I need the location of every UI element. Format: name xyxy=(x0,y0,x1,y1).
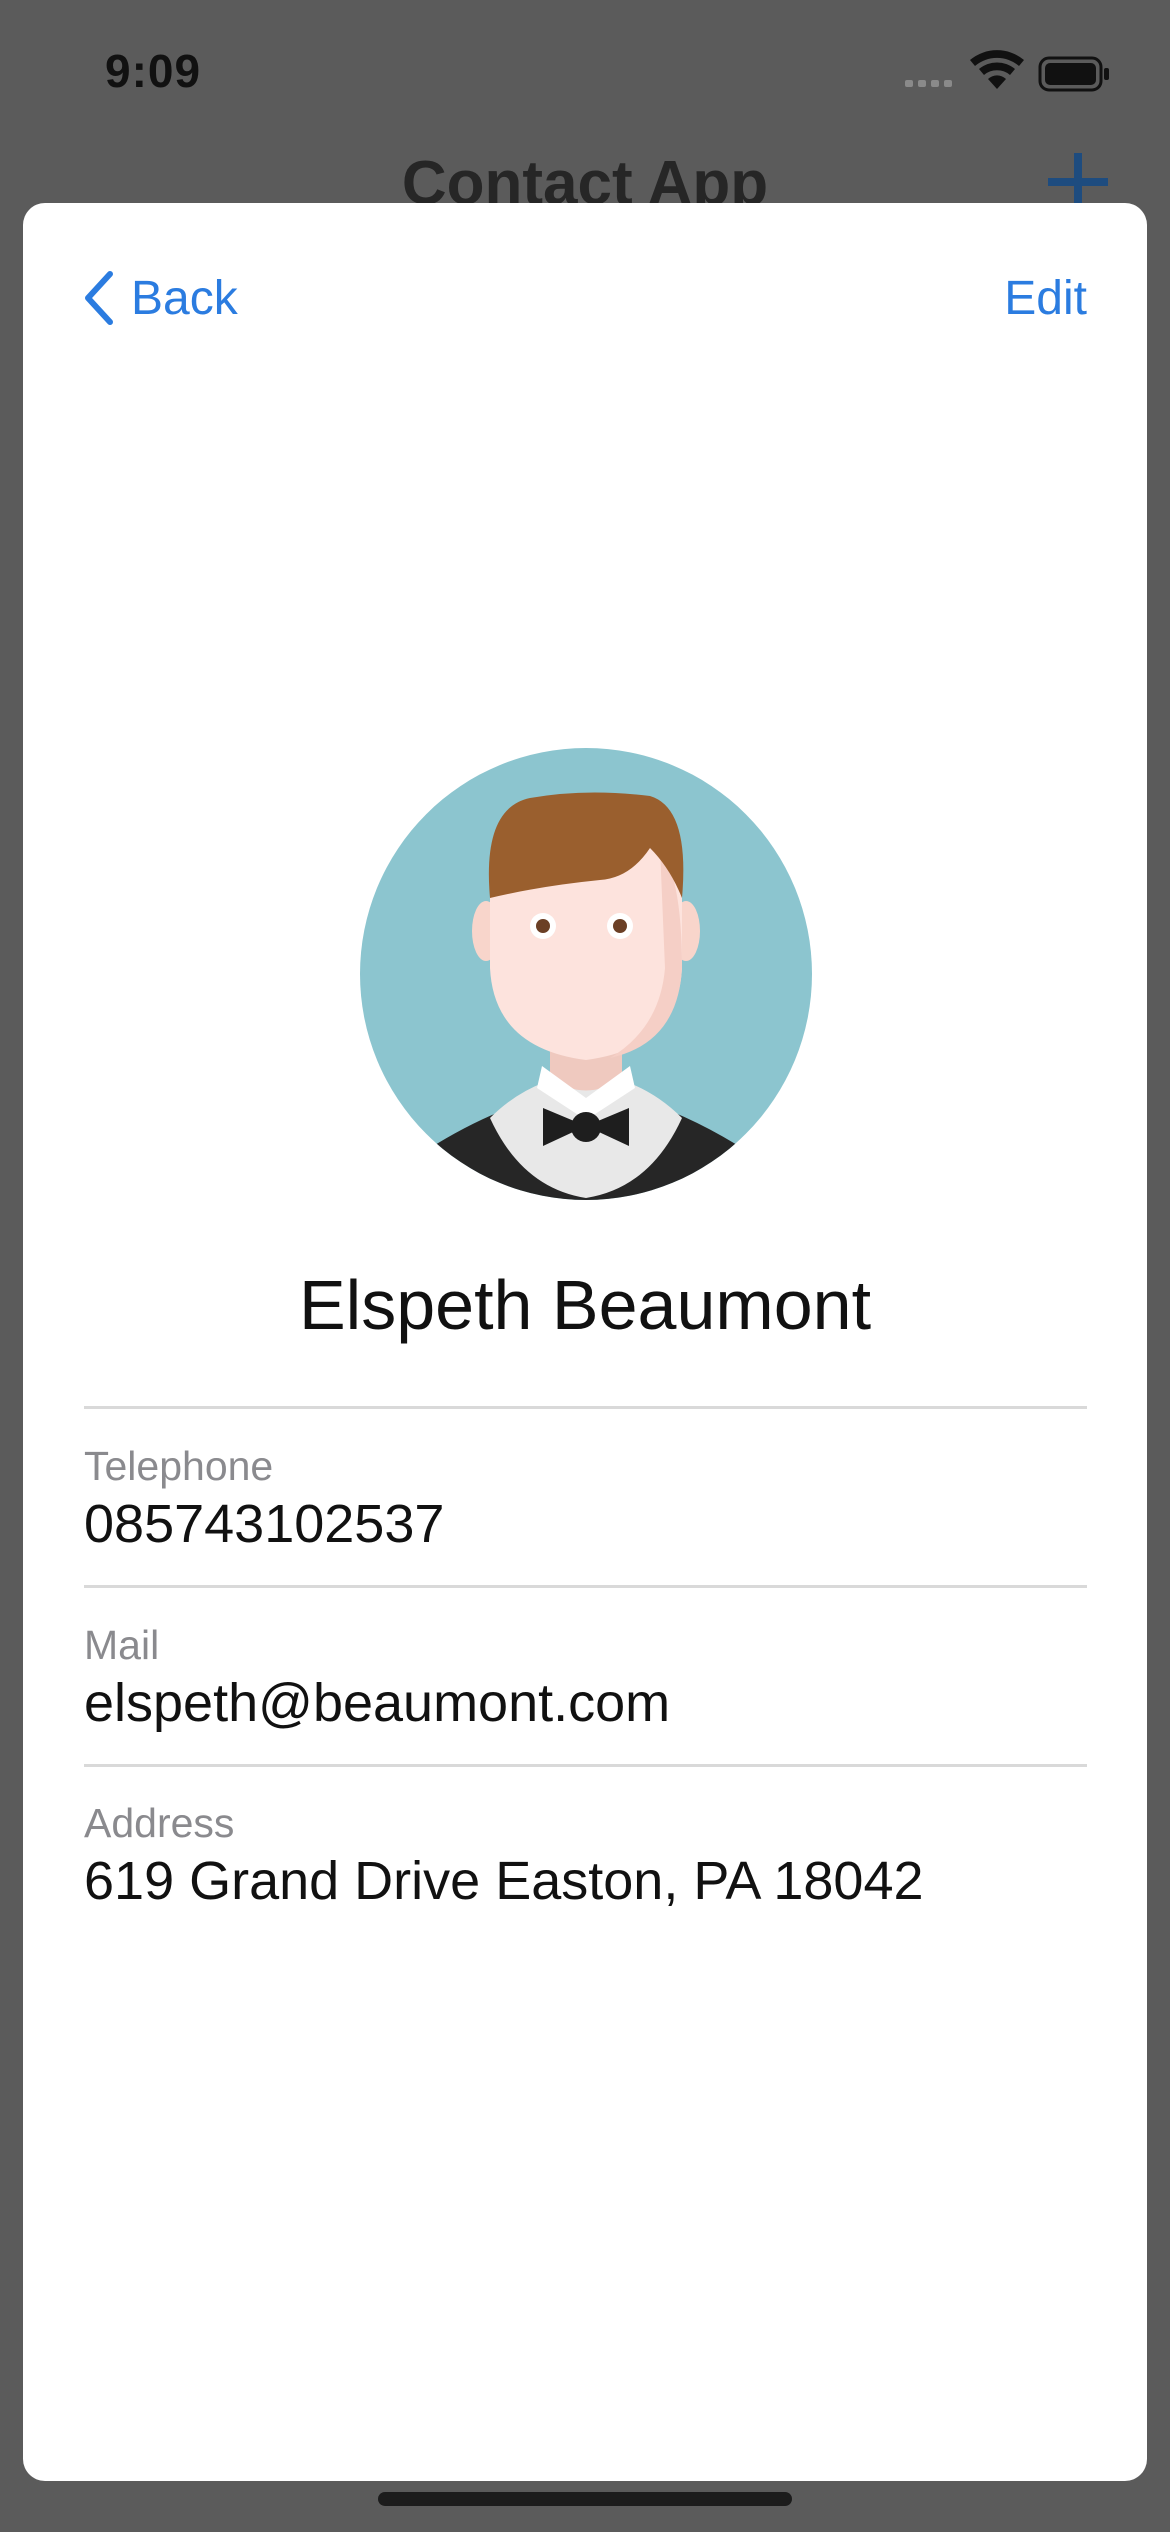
divider xyxy=(84,1585,1087,1588)
status-icons xyxy=(905,50,1109,92)
contact-name: Elspeth Beaumont xyxy=(298,1266,872,1344)
telephone-label: Telephone xyxy=(84,1443,274,1489)
screen: 9:09 Contact App Back Edit Elspeth Beaum… xyxy=(0,0,1170,2532)
edit-button[interactable]: Edit xyxy=(1004,263,1087,333)
divider xyxy=(84,1764,1087,1767)
status-time: 9:09 xyxy=(105,45,202,97)
contact-detail-sheet: Back Edit Elspeth Beaumont Telephone 085… xyxy=(23,203,1147,2481)
add-contact-icon xyxy=(1048,153,1108,204)
divider xyxy=(84,1406,1087,1409)
mail-label: Mail xyxy=(84,1622,160,1668)
address-value[interactable]: 619 Grand Drive Easton, PA 18042 xyxy=(84,1850,924,1912)
address-label: Address xyxy=(84,1800,235,1846)
home-indicator[interactable] xyxy=(378,2492,792,2506)
wifi-icon xyxy=(970,50,1024,89)
back-button[interactable]: Back xyxy=(81,263,238,333)
avatar xyxy=(360,748,812,1200)
battery-icon xyxy=(1038,56,1109,92)
background-screen-title: Contact App xyxy=(401,149,769,204)
cellular-signal-icon xyxy=(905,80,952,87)
telephone-value[interactable]: 085743102537 xyxy=(84,1493,444,1555)
back-button-label: Back xyxy=(131,271,238,325)
mail-value[interactable]: elspeth@beaumont.com xyxy=(84,1672,670,1734)
chevron-left-icon xyxy=(85,271,113,325)
